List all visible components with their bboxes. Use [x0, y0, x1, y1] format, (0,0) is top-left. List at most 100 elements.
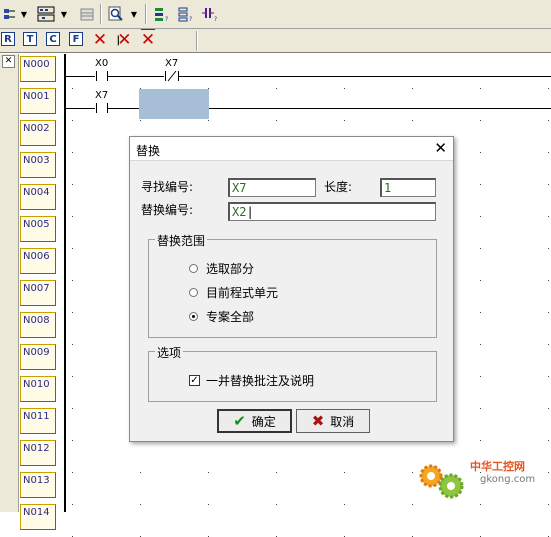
grid-dot [480, 344, 481, 345]
grid-dot [480, 88, 481, 89]
checkbox-check: ✓ [189, 375, 200, 386]
delete-icon[interactable]: ✕ [91, 30, 109, 50]
radio-label: 选取部分 [206, 262, 255, 276]
step-label: N004 [20, 184, 56, 210]
c-button[interactable]: C [46, 32, 60, 46]
grid-dot [72, 152, 73, 153]
contact-label: X0 [95, 58, 109, 69]
scope-option-current-unit[interactable]: 目前程式单元 [189, 284, 278, 301]
selection-cursor[interactable] [139, 89, 209, 119]
ok-button[interactable]: ✔ 确定 [217, 409, 292, 433]
watermark-text: 中华工控网 [470, 460, 525, 473]
delete-all-icon[interactable]: ✕ [139, 30, 157, 50]
f-button[interactable]: F [69, 32, 83, 46]
grid-dot [208, 120, 209, 121]
radio-circle [189, 264, 198, 273]
checkbox-label: 一并替换批注及说明 [206, 374, 315, 388]
grid-dot [276, 504, 277, 505]
zoom-icon[interactable] [107, 4, 125, 24]
t-button[interactable]: T [23, 32, 37, 46]
step-label: N005 [20, 216, 56, 242]
contact-plate [96, 71, 97, 81]
length-input[interactable]: 1 [380, 178, 436, 197]
grid-dot [140, 504, 141, 505]
options-group: 选项 ✓ 一并替换批注及说明 [148, 344, 437, 402]
grid-dropdown-icon[interactable]: ▼ [59, 4, 69, 24]
scope-option-whole-project[interactable]: 专案全部 [189, 308, 254, 325]
grid-dot [548, 216, 549, 217]
network-icon[interactable] [2, 4, 18, 24]
replace-value: X2 [232, 205, 247, 219]
step-label: N009 [20, 344, 56, 370]
grid-dot [548, 376, 549, 377]
toolbar-row-2: R T C F ✕ | ✕ ✕ [0, 29, 551, 53]
svg-text:?: ? [214, 16, 217, 22]
close-icon[interactable]: ✕ [2, 55, 15, 68]
find-label: 寻找编号: [141, 180, 194, 194]
table-icon[interactable] [78, 4, 96, 24]
radio-circle [189, 288, 198, 297]
grid-dot [548, 440, 549, 441]
step-label: N003 [20, 152, 56, 178]
grid-dot [548, 408, 549, 409]
scope-group: 替换范围 选取部分 目前程式单元 专案全部 [148, 232, 437, 338]
normally-closed-slash [167, 70, 177, 82]
grid-dot [72, 504, 73, 505]
grid-dot [480, 504, 481, 505]
options-group-title: 选项 [155, 344, 184, 361]
grid-dot [72, 280, 73, 281]
watermark-url: gkong.com [480, 474, 536, 485]
grid-dot [276, 472, 277, 473]
grid-dot [140, 120, 141, 121]
step-label: N001 [20, 88, 56, 114]
contact-icon[interactable]: ? [200, 4, 220, 24]
ok-label: 确定 [251, 414, 276, 429]
network-dropdown-icon[interactable]: ▼ [19, 4, 29, 24]
grid-dot [276, 120, 277, 121]
scope-option-selection[interactable]: 选取部分 [189, 260, 254, 277]
toolbar-row-1: ▼ ▼ ▼ ? ? ? [0, 0, 551, 29]
contact-label: X7 [165, 58, 179, 69]
replace-dialog: 替换 ✕ 寻找编号: X7 长度: 1 替换编号: X2| 替换范围 选取部分 … [129, 136, 454, 442]
grid-icon[interactable] [36, 4, 56, 24]
cancel-label: 取消 [330, 414, 355, 429]
replace-input[interactable]: X2| [228, 202, 436, 221]
grid-dot [72, 120, 73, 121]
grid-dot [548, 280, 549, 281]
scope-group-title: 替换范围 [155, 232, 208, 249]
radio-label: 专案全部 [206, 310, 255, 324]
radio-label: 目前程式单元 [206, 286, 279, 300]
ladder-icon[interactable]: ? [152, 4, 172, 24]
grid-dot [72, 312, 73, 313]
grid-dot [72, 408, 73, 409]
zoom-dropdown-icon[interactable]: ▼ [129, 4, 139, 24]
grid-dot [72, 184, 73, 185]
grid-dot [480, 280, 481, 281]
step-label: N002 [20, 120, 56, 146]
grid-dot [480, 216, 481, 217]
grid-dot [480, 376, 481, 377]
grid-dot [548, 344, 549, 345]
check-icon: ✔ [233, 412, 246, 430]
grid-dot [480, 248, 481, 249]
grid-dot [344, 88, 345, 89]
r-button[interactable]: R [1, 32, 15, 46]
grid-dot [548, 504, 549, 505]
grid-dot [412, 88, 413, 89]
grid-dot [208, 472, 209, 473]
find-input[interactable]: X7 [228, 178, 316, 197]
cross-icon: ✖ [311, 412, 325, 430]
grid-dot [548, 472, 549, 473]
rung-wire [66, 76, 95, 77]
ladder-sample-icon[interactable]: ? [176, 4, 196, 24]
close-icon[interactable]: ✕ [434, 140, 447, 156]
step-label: N000 [20, 56, 56, 82]
replace-comments-checkbox[interactable]: ✓ 一并替换批注及说明 [189, 372, 314, 389]
delete-step-icon[interactable]: | ✕ [115, 30, 133, 50]
cancel-button[interactable]: ✖ 取消 [296, 409, 370, 433]
step-label: N008 [20, 312, 56, 338]
left-power-rail [64, 54, 66, 512]
grid-dot [480, 408, 481, 409]
grid-dot [344, 472, 345, 473]
grid-dot [480, 184, 481, 185]
